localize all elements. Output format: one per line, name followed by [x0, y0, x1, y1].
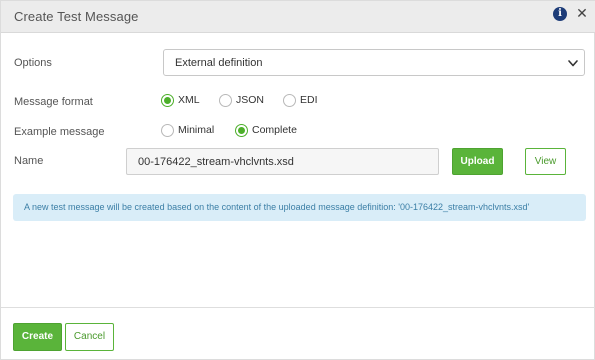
radio-xml[interactable]: XML	[161, 93, 201, 109]
info-banner-text: A new test message will be created based…	[24, 202, 530, 212]
radio-edi-label: EDI	[300, 94, 318, 106]
radio-xml-indicator[interactable]	[161, 94, 174, 107]
options-select[interactable]: External definition	[163, 49, 585, 76]
example-message-radio-group: Minimal Complete	[161, 123, 311, 139]
options-select-value: External definition	[175, 57, 263, 69]
name-label: Name	[14, 155, 44, 167]
dialog-title: Create Test Message	[14, 9, 139, 24]
message-format-radio-group: XML JSON EDI	[161, 93, 321, 109]
radio-edi-indicator[interactable]	[283, 94, 296, 107]
cancel-button[interactable]: Cancel	[65, 323, 114, 351]
radio-minimal-indicator[interactable]	[161, 124, 174, 137]
options-label: Options	[14, 57, 52, 69]
radio-json-indicator[interactable]	[219, 94, 232, 107]
dialog-header: Create Test Message i ✕	[1, 1, 595, 33]
radio-complete-indicator[interactable]	[235, 124, 248, 137]
radio-xml-label: XML	[178, 94, 200, 106]
radio-edi[interactable]: EDI	[283, 93, 323, 109]
radio-json[interactable]: JSON	[219, 93, 267, 109]
example-message-label: Example message	[14, 126, 105, 138]
create-test-message-dialog: Create Test Message i ✕ Options External…	[0, 0, 595, 360]
radio-complete-label: Complete	[252, 124, 297, 136]
radio-complete[interactable]: Complete	[235, 123, 305, 139]
radio-json-label: JSON	[236, 94, 265, 106]
name-field[interactable]: 00-176422_stream-vhclvnts.xsd	[126, 148, 439, 175]
info-circle-icon[interactable]: i	[553, 7, 567, 21]
view-button[interactable]: View	[525, 148, 566, 175]
footer-divider	[1, 307, 595, 308]
info-banner: A new test message will be created based…	[13, 194, 586, 221]
radio-minimal[interactable]: Minimal	[161, 123, 221, 139]
create-button[interactable]: Create	[13, 323, 62, 351]
message-format-label: Message format	[14, 96, 93, 108]
close-icon[interactable]: ✕	[575, 5, 589, 21]
upload-button[interactable]: Upload	[452, 148, 503, 175]
name-field-value: 00-176422_stream-vhclvnts.xsd	[138, 156, 294, 168]
radio-minimal-label: Minimal	[178, 124, 215, 136]
chevron-down-icon	[568, 60, 578, 67]
